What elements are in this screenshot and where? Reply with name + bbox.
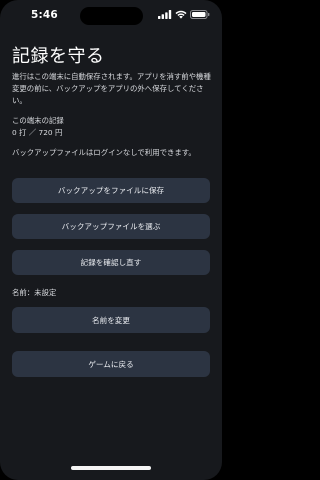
status-bar: 5:46 <box>0 0 222 30</box>
choose-backup-button[interactable]: バックアップファイルを選ぶ <box>12 214 210 239</box>
status-icons <box>158 10 210 19</box>
cellular-signal-icon <box>158 10 172 19</box>
status-time: 5:46 <box>31 9 58 21</box>
review-records-button[interactable]: 記録を確認し直す <box>12 250 210 275</box>
page-title: 記録を守る <box>12 46 105 67</box>
dynamic-island <box>80 7 143 25</box>
home-indicator[interactable] <box>71 466 151 470</box>
battery-icon <box>190 10 210 19</box>
backup-description: 進行はこの端末に自動保存されます。アプリを消す前や機種変更の前に、バックアップを… <box>12 72 211 105</box>
device-record-label: この端末の記録 <box>12 116 64 125</box>
backup-screen: 5:46 記録を守る 進行はこの端末に自動保存されます。アプリを消す前や機種変更… <box>0 0 222 480</box>
back-to-game-button[interactable]: ゲームに戻る <box>12 351 210 377</box>
save-backup-button[interactable]: バックアップをファイルに保存 <box>12 178 210 203</box>
wifi-icon <box>175 10 187 19</box>
rename-button[interactable]: 名前を変更 <box>12 307 210 333</box>
device-record-value: 0 打 ／ 720 円 <box>12 128 63 137</box>
login-note: バックアップファイルはログインなしで利用できます。 <box>12 148 196 157</box>
player-name: 名前：未設定 <box>12 288 57 297</box>
